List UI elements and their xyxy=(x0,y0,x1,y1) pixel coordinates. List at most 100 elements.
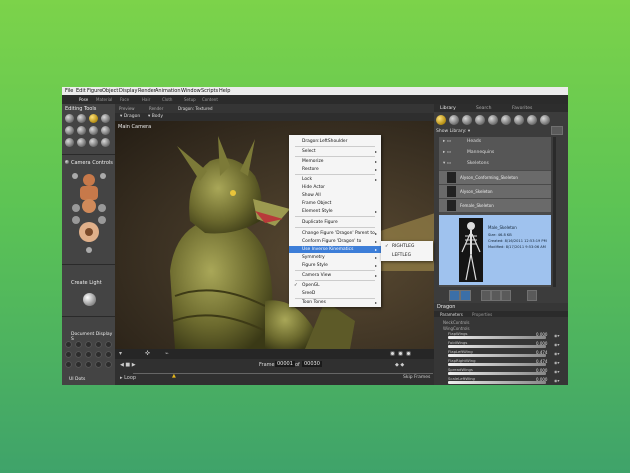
tab-parameters[interactable]: Parameters xyxy=(440,312,463,317)
tab-favorites[interactable]: Favorites xyxy=(512,106,532,111)
add-button[interactable] xyxy=(491,290,501,301)
list-item[interactable]: ▸ ▭ Heads xyxy=(439,137,551,148)
menu-item-hide-actor[interactable]: Hide Actor xyxy=(289,184,381,191)
menu-item-actor-name[interactable]: Dragon:LeftShoulder xyxy=(289,138,381,145)
tab-render[interactable]: Render xyxy=(149,106,163,111)
display-style-swatch[interactable] xyxy=(95,351,102,358)
color-tool-icon[interactable] xyxy=(101,126,110,135)
list-item[interactable]: ▸ ▭ Mannequins xyxy=(439,148,551,159)
library-up-button[interactable] xyxy=(551,126,563,135)
menu-item-restore[interactable]: Restore ▸ xyxy=(289,166,381,173)
param-dial[interactable] xyxy=(448,363,546,366)
display-style-swatch[interactable] xyxy=(65,341,72,348)
view-magnifier-icon[interactable] xyxy=(77,138,86,147)
param-value[interactable]: 0.000 xyxy=(536,341,547,346)
param-value[interactable]: 0.474 xyxy=(536,350,547,355)
timeline-track[interactable] xyxy=(133,373,433,374)
menu-item-frame-object[interactable]: Frame Object xyxy=(289,200,381,207)
menu-item-symmetry[interactable]: Symmetry ▸ xyxy=(289,254,381,261)
library-category-icon[interactable] xyxy=(501,115,511,125)
library-category-icon[interactable] xyxy=(527,115,537,125)
view-options-icon[interactable]: ⌁ xyxy=(165,350,169,357)
translate-in-out-tool-icon[interactable] xyxy=(101,114,110,123)
param-options-icon[interactable]: ◉▾ xyxy=(554,378,560,383)
submenu-item-rightleg[interactable]: ✓ RIGHTLEG xyxy=(381,243,433,250)
tab-search[interactable]: Search xyxy=(476,106,491,111)
menu-item-element-style[interactable]: Element Style ▸ xyxy=(289,208,381,215)
list-item[interactable]: Alyson_Skeleton xyxy=(439,185,551,198)
library-category-icon[interactable] xyxy=(514,115,524,125)
scale-tool-icon[interactable] xyxy=(65,126,74,135)
param-value[interactable]: 0.000 xyxy=(536,368,547,373)
frame-current-field[interactable]: 00001 xyxy=(275,361,295,367)
param-dial[interactable] xyxy=(448,354,546,357)
tab-face[interactable]: Face xyxy=(120,97,129,102)
param-value[interactable]: 0.000 xyxy=(536,332,547,337)
menu-item-select[interactable]: Select ▸ xyxy=(289,148,381,155)
menu-animation[interactable]: Animation xyxy=(155,88,181,94)
menu-item-inverse-kinematics[interactable]: Use Inverse Kinematics ▸ xyxy=(289,246,381,253)
param-options-icon[interactable]: ◉▾ xyxy=(554,351,560,356)
menu-render[interactable]: Render xyxy=(138,88,156,94)
group-neck-controls[interactable]: NeckControls xyxy=(443,320,470,325)
menu-display[interactable]: Display xyxy=(119,88,137,94)
tab-hair[interactable]: Hair xyxy=(142,97,150,102)
menu-scripts[interactable]: Scripts xyxy=(201,88,218,94)
menu-help[interactable]: Help xyxy=(219,88,230,94)
camera-menu-icon[interactable]: ▾ xyxy=(119,350,122,357)
grouping-tool-icon[interactable] xyxy=(65,138,74,147)
param-options-icon[interactable]: ◉▾ xyxy=(554,333,560,338)
display-style-swatch[interactable] xyxy=(105,361,112,368)
loop-toggle[interactable]: ▸ Loop xyxy=(120,375,136,381)
display-style-swatch[interactable] xyxy=(65,351,72,358)
remove-button[interactable] xyxy=(501,290,511,301)
menu-edit[interactable]: Edit xyxy=(76,88,86,94)
tab-properties[interactable]: Properties xyxy=(472,312,492,317)
menu-item-camera-view[interactable]: Camera View ▸ xyxy=(289,272,381,279)
tab-cloth[interactable]: Cloth xyxy=(162,97,172,102)
frame-total-field[interactable]: 00030 xyxy=(302,361,322,367)
display-style-swatch[interactable] xyxy=(105,341,112,348)
light-sphere-icon[interactable] xyxy=(83,293,96,306)
menu-item-opengl[interactable]: ✓ OpenGL xyxy=(289,282,381,289)
keyframe-controls-icon[interactable]: ◆ ◆ xyxy=(395,362,404,368)
param-options-icon[interactable]: ◉▾ xyxy=(554,360,560,365)
list-item[interactable]: Alyson_Conforming_Skeleton xyxy=(439,171,551,184)
camera-controls-widget[interactable] xyxy=(70,170,108,258)
param-dial[interactable] xyxy=(448,381,546,384)
display-style-swatch[interactable] xyxy=(75,361,82,368)
menu-item-sreed[interactable]: SreeD xyxy=(289,290,381,297)
rotate-tool-icon[interactable] xyxy=(65,114,74,123)
display-style-swatch[interactable] xyxy=(85,351,92,358)
apply-new-button[interactable] xyxy=(460,290,471,301)
add-to-library-button[interactable] xyxy=(481,290,491,301)
play-controls-icon[interactable]: ◀ ■ ▶ xyxy=(120,362,136,368)
show-library-dropdown[interactable]: Show Library: ▾ xyxy=(436,129,470,134)
actor-dropdown[interactable]: ▾ Body xyxy=(148,114,163,119)
submenu-item-leftleg[interactable]: LEFTLEG xyxy=(381,252,433,259)
skip-frames-toggle[interactable]: Skip Frames xyxy=(403,375,430,380)
display-style-swatch[interactable] xyxy=(95,341,102,348)
param-dial[interactable] xyxy=(448,345,546,348)
layout-dot[interactable] xyxy=(398,351,403,356)
timeline-scrubber-icon[interactable]: ▲ xyxy=(172,373,176,379)
library-category-icon[interactable] xyxy=(449,115,459,125)
translate-tool-icon[interactable] xyxy=(89,114,98,123)
param-dial[interactable] xyxy=(448,372,546,375)
tab-material[interactable]: Material xyxy=(96,97,112,102)
figure-dropdown[interactable]: ▾ Dragon xyxy=(120,114,140,119)
menu-figure[interactable]: Figure xyxy=(87,88,102,94)
menu-item-toon-tones[interactable]: Toon Tones ▸ xyxy=(289,299,381,306)
menu-item-memorize[interactable]: Memorize ▸ xyxy=(289,158,381,165)
list-item[interactable]: ▾ ▭ Skeletons xyxy=(439,159,551,170)
direct-manipulation-icon[interactable] xyxy=(101,138,110,147)
fly-around-icon[interactable]: ✜ xyxy=(145,350,150,357)
param-value[interactable]: 0.000 xyxy=(536,377,547,382)
tab-preview[interactable]: Preview xyxy=(119,106,135,111)
param-value[interactable]: 0.474 xyxy=(536,359,547,364)
twist-tool-icon[interactable] xyxy=(77,114,86,123)
display-style-swatch[interactable] xyxy=(85,361,92,368)
layout-dot[interactable] xyxy=(406,351,411,356)
menu-item-figure-style[interactable]: Figure Style ▸ xyxy=(289,262,381,269)
library-category-icon[interactable] xyxy=(462,115,472,125)
